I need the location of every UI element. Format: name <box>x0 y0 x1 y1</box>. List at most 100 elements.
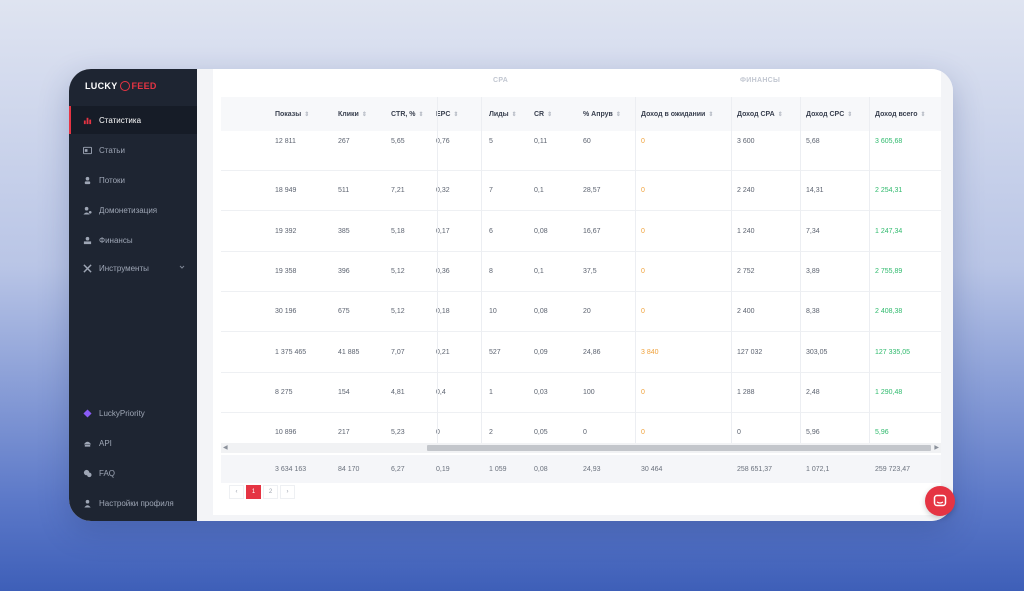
sort-icon[interactable]: ⇕ <box>847 111 852 118</box>
statistics-table-panel: CPA ФИНАНСЫ Показы ⇕ Клики ⇕ CTR, % ⇕ EPC ⇕ Лиды… <box>213 69 941 515</box>
scroll-right-icon[interactable]: ▶ <box>934 444 939 451</box>
cell-clicks: 41 885 <box>338 348 360 356</box>
cell-approve: 60 <box>583 138 591 145</box>
column-header-label: Доход в ожидании <box>641 110 706 118</box>
cell-cr: 0,08 <box>534 227 548 235</box>
group-label-finance: ФИНАНСЫ <box>740 77 781 84</box>
profile-icon <box>83 499 92 508</box>
column-header-pending-income[interactable]: Доход в ожидании ⇕ <box>641 97 713 131</box>
sidebar-item-flows[interactable]: Потоки <box>69 166 197 194</box>
column-header-cr[interactable]: CR ⇕ <box>534 97 552 131</box>
total-ctr: 6,27 <box>391 465 405 473</box>
sort-icon[interactable]: ⇕ <box>419 111 424 118</box>
table-row[interactable]: 1 375 465 41 885 7,07 0,21 527 0,09 24,86 3 840… <box>221 333 941 373</box>
cell-cpa-income: 3 600 <box>737 138 755 145</box>
column-header-impressions[interactable]: Показы ⇕ <box>275 97 309 131</box>
sidebar-item-articles[interactable]: Статьи <box>69 136 197 164</box>
sort-icon[interactable]: ⇕ <box>453 111 458 118</box>
cell-ctr: 5,65 <box>391 138 405 145</box>
brand-logo[interactable]: LUCKY FEED <box>85 79 157 93</box>
cell-pending-income: 0 <box>641 308 645 316</box>
column-header-clicks[interactable]: Клики ⇕ <box>338 97 367 131</box>
cell-impressions: 30 196 <box>275 308 297 316</box>
column-header-epc[interactable]: EPC ⇕ <box>436 97 458 131</box>
cell-cpc-income: 3,89 <box>806 267 820 275</box>
total-cpc-income: 1 072,1 <box>806 465 830 473</box>
column-header-label: Доход CPA <box>737 110 775 118</box>
column-header-label: CTR, % <box>391 110 416 118</box>
horizontal-scrollbar[interactable]: ◀ ▶ <box>221 443 941 453</box>
cell-leads: 1 <box>489 388 493 396</box>
sort-icon[interactable]: ⇕ <box>778 111 783 118</box>
sidebar-item-label: Инструменты <box>99 263 149 273</box>
table-row[interactable]: 12 811 267 5,65 0,76 5 0,11 60 0 3 600 5,68 3 605,… <box>221 131 941 171</box>
sidebar-item-finance[interactable]: Финансы <box>69 226 197 254</box>
cell-pending-income: 0 <box>641 267 645 275</box>
table-row[interactable]: 30 196 675 5,12 0,18 10 0,08 20 0 2 400 8,38 2 408… <box>221 292 941 333</box>
chevron-down-icon[interactable] <box>179 264 185 270</box>
sort-icon[interactable]: ⇕ <box>304 111 309 118</box>
cell-pending-income: 0 <box>641 187 645 195</box>
pagination-prev-button[interactable]: ‹ <box>229 485 244 499</box>
column-header-label: Лиды <box>489 110 509 118</box>
column-header-total-income[interactable]: Доход всего ⇕ <box>875 97 926 131</box>
cell-ctr: 5,12 <box>391 267 405 275</box>
column-header-ctr[interactable]: CTR, % ⇕ <box>391 97 424 131</box>
cell-approve: 28,57 <box>583 187 601 195</box>
sidebar-item-tools[interactable]: Инструменты <box>69 254 197 282</box>
column-header-approve[interactable]: % Апрув ⇕ <box>583 97 621 131</box>
support-chat-button[interactable] <box>925 486 955 516</box>
cell-clicks: 511 <box>338 187 350 195</box>
flow-icon <box>83 176 92 185</box>
sort-icon[interactable]: ⇕ <box>362 111 367 118</box>
sidebar-item-statistics[interactable]: Статистика <box>69 106 197 134</box>
cell-cpa-income: 1 240 <box>737 227 755 235</box>
cell-impressions: 12 811 <box>275 138 296 145</box>
sidebar-item-label: LuckyPriority <box>99 408 145 418</box>
main-content: CPA ФИНАНСЫ Показы ⇕ Клики ⇕ CTR, % ⇕ EPC ⇕ Лиды… <box>197 69 953 521</box>
pagination-page-1[interactable]: 1 <box>246 485 261 499</box>
sort-icon[interactable]: ⇕ <box>547 111 552 118</box>
pagination-page-2[interactable]: 2 <box>263 485 278 499</box>
cell-cr: 0,03 <box>534 388 548 396</box>
table-row[interactable]: 19 392 385 5,18 0,17 6 0,08 16,67 0 1 240 7,34 1 2… <box>221 212 941 252</box>
sidebar-item-label: API <box>99 438 112 448</box>
table-row[interactable]: 18 949 511 7,21 0,32 7 0,1 28,57 0 2 240 14,31 2 2… <box>221 171 941 212</box>
cell-impressions: 8 275 <box>275 388 293 396</box>
sidebar-item-api[interactable]: API <box>69 429 197 457</box>
finance-icon <box>83 236 92 245</box>
pagination-next-button[interactable]: › <box>280 485 295 499</box>
sidebar-item-monetization[interactable]: Домонетизация <box>69 196 197 224</box>
cell-approve: 16,67 <box>583 227 601 235</box>
cell-cpc-income: 5,68 <box>806 138 820 145</box>
chat-bubble-icon <box>933 494 947 507</box>
sidebar-item-label: Финансы <box>99 235 133 245</box>
total-total-income: 259 723,47 <box>875 465 911 473</box>
sort-icon[interactable]: ⇕ <box>920 111 925 118</box>
column-header-label: CR <box>534 110 545 118</box>
column-header-label: Доход всего <box>875 110 918 118</box>
sidebar-item-label: Потоки <box>99 175 126 185</box>
total-cr: 0,08 <box>534 465 548 473</box>
column-header-leads[interactable]: Лиды ⇕ <box>489 97 517 131</box>
scrollbar-thumb[interactable] <box>427 445 931 451</box>
cell-impressions: 19 358 <box>275 267 297 275</box>
column-header-cpa-income[interactable]: Доход CPA ⇕ <box>737 97 783 131</box>
sidebar-item-faq[interactable]: FAQ <box>69 459 197 487</box>
cell-epc: 0,18 <box>436 308 450 316</box>
cell-leads: 8 <box>489 267 493 275</box>
table-totals-row: 3 634 163 84 170 6,27 0,19 1 059 0,08 24,93 30 … <box>221 455 941 483</box>
column-header-cpc-income[interactable]: Доход CPC ⇕ <box>806 97 852 131</box>
table-row[interactable]: 8 275 154 4,81 0,4 1 0,03 100 0 1 288 2,48 1 290,4… <box>221 373 941 413</box>
cell-impressions: 18 949 <box>275 187 297 195</box>
bar-chart-icon <box>83 116 92 125</box>
sort-icon[interactable]: ⇕ <box>512 111 517 118</box>
cell-total-income: 127 335,05 <box>875 348 911 356</box>
scroll-left-icon[interactable]: ◀ <box>223 444 228 451</box>
sort-icon[interactable]: ⇕ <box>708 111 713 118</box>
sidebar-item-profile-settings[interactable]: Настройки профиля <box>69 489 197 517</box>
sort-icon[interactable]: ⇕ <box>616 111 621 118</box>
table-row[interactable]: 19 358 396 5,12 0,36 8 0,1 37,5 0 2 752 3,89 2 755… <box>221 252 941 292</box>
sidebar-item-luckypriority[interactable]: LuckyPriority <box>69 399 197 427</box>
cell-cpa-income: 2 240 <box>737 187 755 195</box>
